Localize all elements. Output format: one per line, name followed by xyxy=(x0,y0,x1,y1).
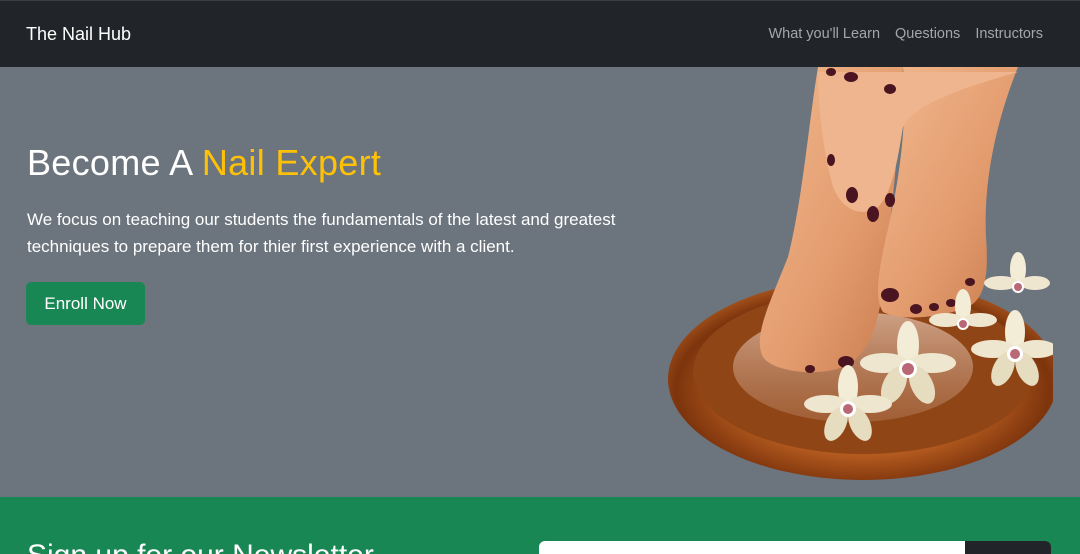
newsletter-email-input[interactable] xyxy=(539,541,965,554)
hero-title: Become A Nail Expert xyxy=(27,142,381,184)
hero-title-accent: Nail Expert xyxy=(201,142,382,183)
feet-with-orchids-image xyxy=(668,67,1053,480)
nav-link-what-youll-learn[interactable]: What you'll Learn xyxy=(768,26,880,42)
newsletter-section: Sign up for our Newsletter xyxy=(0,497,1080,554)
nav-links: What you'll Learn Questions Instructors xyxy=(768,26,1043,42)
top-navbar: The Nail Hub What you'll Learn Questions… xyxy=(0,0,1080,67)
hero-section: Become A Nail Expert We focus on teachin… xyxy=(0,67,1080,497)
hero-title-prefix: Become A xyxy=(27,142,202,183)
nav-link-questions[interactable]: Questions xyxy=(895,26,960,42)
brand-link[interactable]: The Nail Hub xyxy=(26,24,131,45)
enroll-now-button[interactable]: Enroll Now xyxy=(26,282,145,325)
hero-description: We focus on teaching our students the fu… xyxy=(27,210,616,256)
newsletter-submit-button[interactable] xyxy=(965,541,1051,554)
newsletter-title: Sign up for our Newsletter xyxy=(27,539,374,554)
nav-link-instructors[interactable]: Instructors xyxy=(975,26,1043,42)
